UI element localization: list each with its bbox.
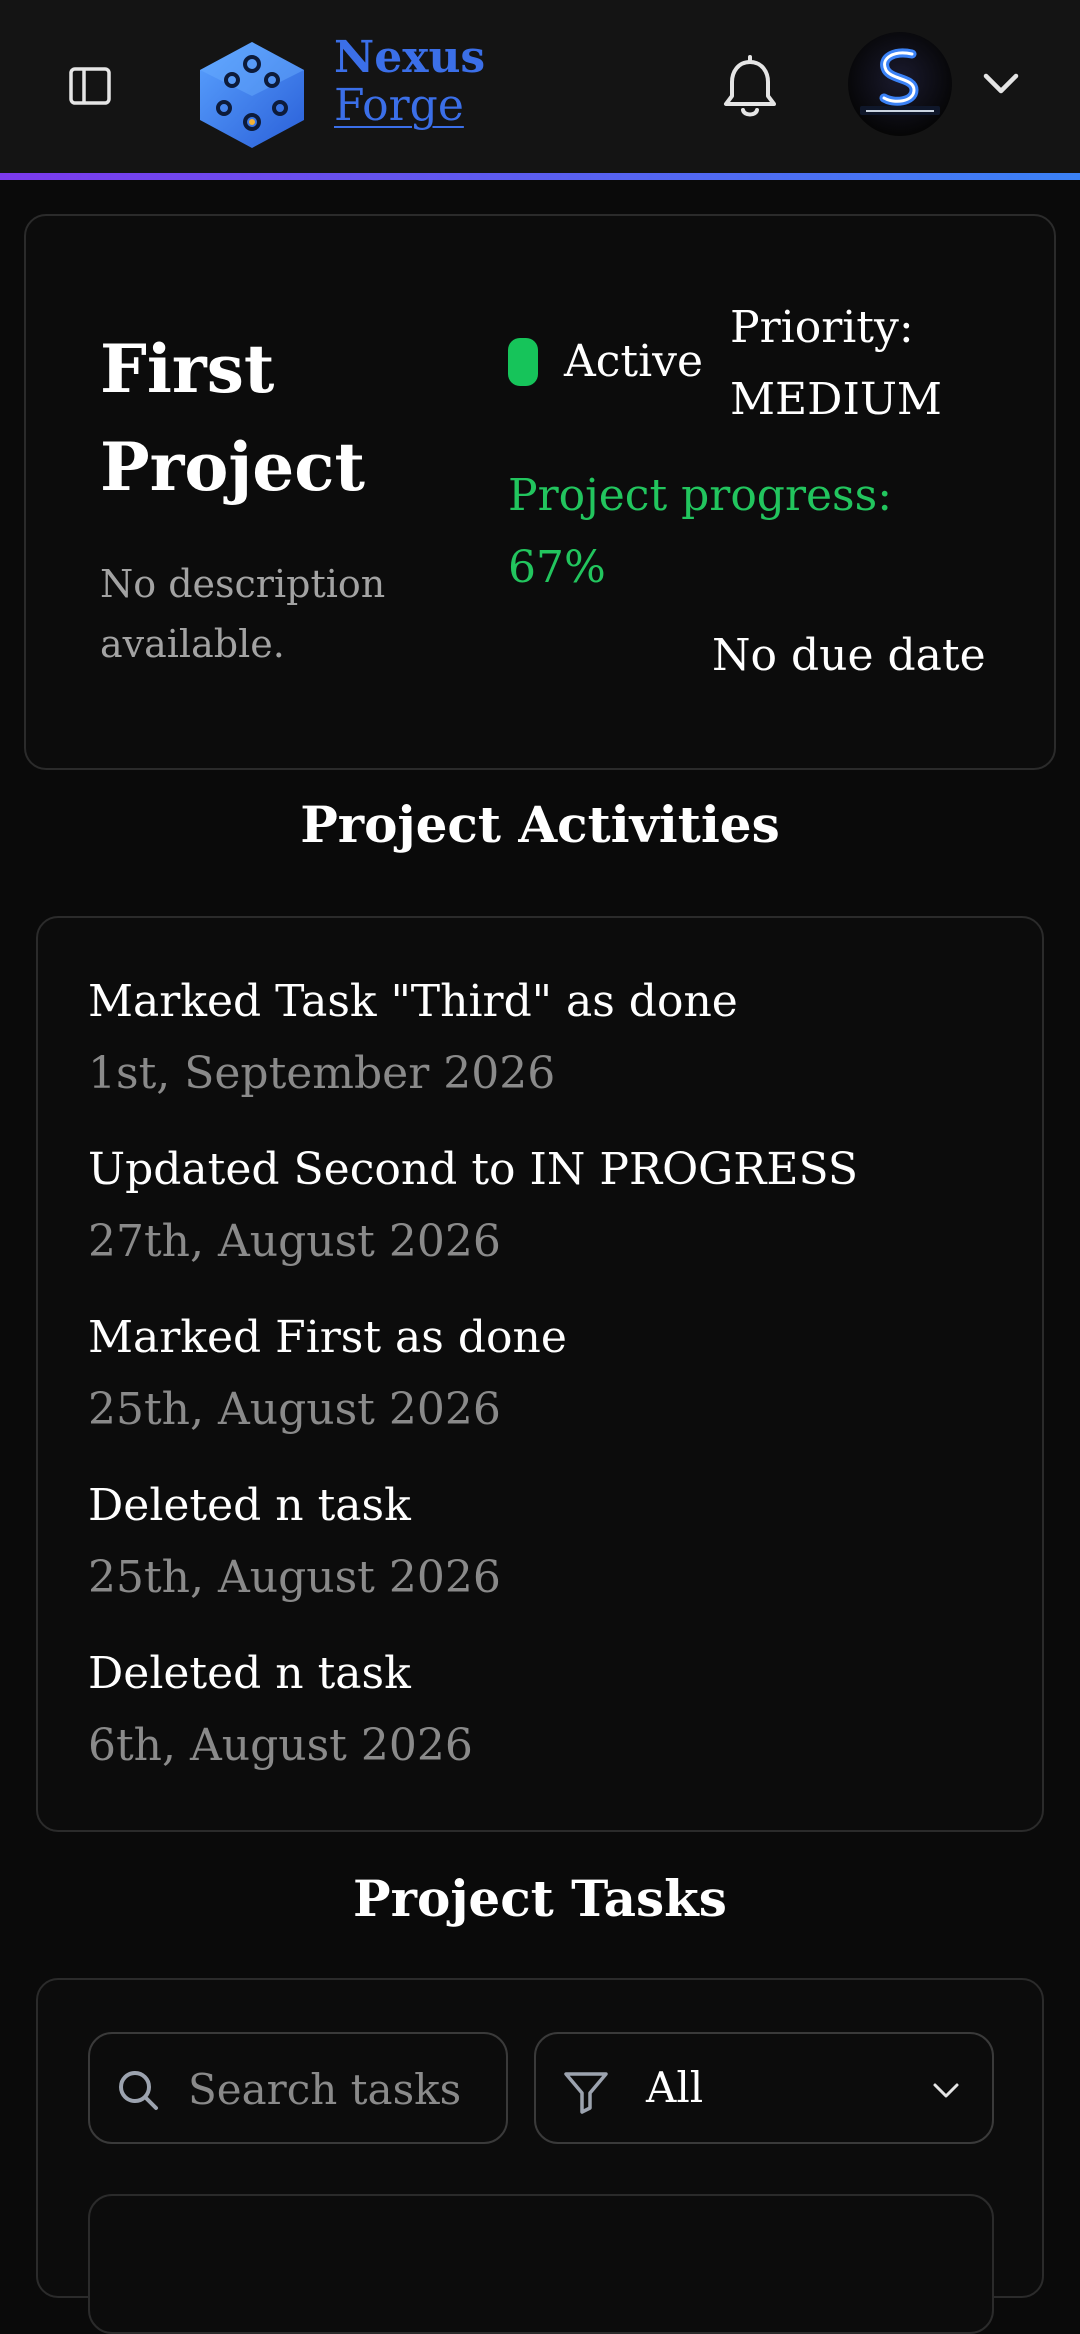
activity-text: Deleted n task — [88, 1480, 411, 1531]
user-avatar[interactable] — [848, 32, 952, 136]
activity-text: Marked First as done — [88, 1312, 567, 1363]
project-progress: Project progress: 67% — [508, 470, 893, 593]
brand-name-line1: Nexus — [334, 32, 486, 83]
filter-icon — [562, 2068, 610, 2116]
activity-text: Marked Task "Third" as done — [88, 976, 738, 1027]
activity-item: Deleted n task 6th, August 2026 — [88, 1638, 1008, 1782]
search-icon — [116, 2068, 160, 2112]
project-title: First Project — [100, 330, 365, 506]
brand-name[interactable]: Nexus Forge — [334, 34, 485, 130]
activity-item: Marked First as done 25th, August 2026 — [88, 1302, 1008, 1446]
task-search-box[interactable] — [88, 2032, 508, 2144]
status-indicator — [508, 338, 538, 386]
activity-text: Deleted n task — [88, 1648, 411, 1699]
activity-date: 25th, August 2026 — [88, 1384, 501, 1435]
activities-list: Marked Task "Third" as done 1st, Septemb… — [36, 916, 1044, 1832]
activity-date: 1st, September 2026 — [88, 1048, 556, 1099]
status-label: Active — [564, 336, 704, 387]
priority-label: Priority: MEDIUM — [730, 302, 942, 425]
project-description: No description available. — [100, 562, 386, 666]
chevron-down-icon — [930, 2076, 962, 2104]
bell-icon[interactable] — [718, 54, 782, 122]
activities-heading: Project Activities — [300, 795, 780, 854]
chevron-down-icon[interactable] — [976, 62, 1026, 106]
sidebar-toggle-icon[interactable] — [60, 56, 120, 116]
top-navbar: Nexus Forge — [0, 0, 1080, 180]
task-status-filter[interactable]: All — [534, 2032, 994, 2144]
task-card[interactable] — [88, 2194, 994, 2334]
tasks-heading: Project Tasks — [353, 1869, 727, 1928]
project-summary-card: First Project No description available. … — [24, 214, 1056, 770]
hexagon-dice-logo[interactable] — [192, 40, 312, 150]
activity-date: 25th, August 2026 — [88, 1552, 501, 1603]
activity-text: Updated Second to IN PROGRESS — [88, 1144, 859, 1195]
tasks-panel: All — [36, 1978, 1044, 2334]
due-date: No due date — [712, 630, 986, 681]
activity-item: Updated Second to IN PROGRESS 27th, Augu… — [88, 1134, 1008, 1278]
activity-date: 27th, August 2026 — [88, 1216, 501, 1267]
filter-selected-value: All — [646, 2063, 704, 2112]
brand-name-line2: Forge — [334, 80, 464, 131]
activity-item: Deleted n task 25th, August 2026 — [88, 1470, 1008, 1614]
activity-date: 6th, August 2026 — [88, 1720, 473, 1771]
header-accent-line — [0, 173, 1080, 180]
activity-item: Marked Task "Third" as done 1st, Septemb… — [88, 966, 1008, 1110]
task-search-input[interactable] — [186, 2054, 486, 2124]
